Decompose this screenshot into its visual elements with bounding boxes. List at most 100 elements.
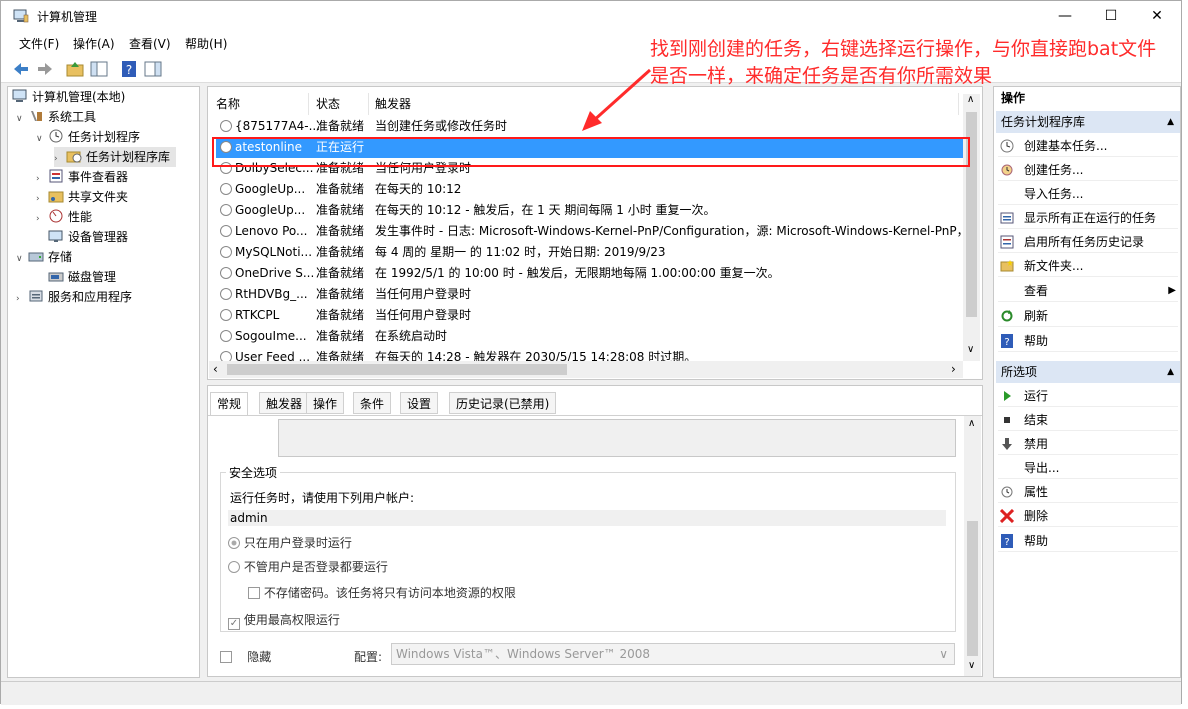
checkbox-hidden[interactable]: 隐藏 — [220, 648, 271, 665]
action-end[interactable]: 结束 — [998, 409, 1178, 431]
action-view[interactable]: 查看 ▶ — [998, 280, 1178, 302]
list-vertical-scrollbar[interactable]: ∧ ∨ — [963, 94, 980, 361]
back-arrow-icon[interactable] — [11, 59, 31, 79]
action-create-task[interactable]: 创建任务... — [998, 159, 1178, 181]
description-box[interactable] — [278, 419, 956, 457]
chevron-right-icon[interactable]: › — [54, 149, 66, 169]
scroll-thumb[interactable] — [227, 364, 567, 375]
scroll-down-icon[interactable]: ∨ — [968, 660, 975, 671]
table-row[interactable]: RTKCPL 准备就绪 当任何用户登录时 — [216, 305, 966, 326]
menu-view[interactable]: 查看(V) — [129, 35, 171, 52]
radio-selected-icon[interactable] — [228, 537, 240, 549]
tree-node-task-library[interactable]: › 任务计划程序库 — [54, 147, 177, 169]
scroll-down-icon[interactable]: ∨ — [967, 344, 974, 355]
show-tree-icon[interactable] — [89, 59, 109, 79]
chevron-right-icon[interactable]: › — [16, 289, 28, 309]
table-row[interactable]: OneDrive S... 准备就绪在 1992/5/1 的 10:00 时 - … — [216, 263, 966, 284]
action-refresh[interactable]: 刷新 — [998, 305, 1178, 327]
action-help[interactable]: ? 帮助 — [998, 330, 1178, 352]
action-new-folder[interactable]: 新文件夹... — [998, 255, 1178, 277]
tree-node-shared-folders[interactable]: › 共享文件夹 — [36, 187, 128, 207]
column-divider[interactable] — [958, 93, 959, 115]
checkbox-no-store-password[interactable]: 不存储密码。该任务将只有访问本地资源的权限 — [248, 584, 516, 601]
action-disable[interactable]: 禁用 — [998, 433, 1178, 455]
radio-run-only-logged-on[interactable]: 只在用户登录时运行 — [228, 534, 352, 551]
tree-node-system-tools[interactable]: ∨ 系统工具 — [16, 107, 96, 127]
radio-icon[interactable] — [228, 561, 240, 573]
tab-general[interactable]: 常规 — [210, 392, 249, 416]
console-tree: 计算机管理(本地) ∨ 系统工具 ∨ 任务计划程序 › 任务计划程序库 › 事件查看器 … — [7, 86, 200, 678]
config-dropdown[interactable]: Windows Vista™、Windows Server™ 2008 ∨ — [391, 643, 955, 665]
tree-node-disk-management[interactable]: 磁盘管理 — [48, 267, 116, 287]
scroll-up-icon[interactable]: ∧ — [968, 418, 975, 429]
chevron-down-icon[interactable]: ∨ — [16, 109, 28, 129]
actions-section-selected[interactable]: 所选项 ▲ — [996, 361, 1180, 383]
close-button[interactable]: ✕ — [1134, 1, 1180, 31]
actions-section-library[interactable]: 任务计划程序库 ▲ — [996, 111, 1180, 133]
action-import-task[interactable]: 导入任务... — [998, 183, 1178, 205]
tree-node-storage[interactable]: ∨ 存储 — [16, 247, 72, 267]
action-help-selected[interactable]: ? 帮助 — [998, 530, 1178, 552]
chevron-down-icon[interactable]: ∨ — [939, 644, 948, 664]
table-row[interactable]: RtHDVBg_... 准备就绪 当任何用户登录时 — [216, 284, 966, 305]
column-divider[interactable] — [308, 93, 309, 115]
maximize-button[interactable]: ☐ — [1088, 1, 1134, 31]
chevron-down-icon[interactable]: ∨ — [36, 129, 48, 149]
checkmark-icon[interactable]: ✓ — [228, 618, 240, 630]
table-row[interactable]: User Feed ... 准备就绪 在每天的 14:28 - 触发器在 2030/… — [216, 347, 966, 361]
action-export[interactable]: 导出... — [998, 457, 1178, 479]
checkbox-icon[interactable] — [248, 587, 260, 599]
column-divider[interactable] — [368, 93, 369, 115]
action-show-running-tasks[interactable]: 显示所有正在运行的任务 — [998, 207, 1178, 229]
column-header-trigger[interactable]: 触发器 — [375, 93, 411, 115]
tab-triggers[interactable]: 触发器 — [259, 392, 310, 414]
up-folder-icon[interactable] — [65, 59, 85, 79]
action-delete[interactable]: 删除 — [998, 505, 1178, 527]
table-row[interactable]: GoogleUp... 准备就绪 在每天的 10:12 - 触发后，在 1 天 期间… — [216, 200, 966, 221]
collapse-up-icon[interactable]: ▲ — [1167, 111, 1174, 133]
chevron-down-icon[interactable]: ∨ — [16, 249, 28, 269]
tab-conditions[interactable]: 条件 — [353, 392, 392, 414]
chevron-right-icon[interactable]: › — [36, 189, 48, 209]
chevron-right-icon[interactable]: › — [36, 169, 48, 189]
checkbox-highest-privileges[interactable]: ✓ 使用最高权限运行 — [228, 611, 340, 630]
device-manager-icon — [48, 229, 64, 243]
radio-run-whether-logged-on[interactable]: 不管用户是否登录都要运行 — [228, 558, 388, 575]
menu-action[interactable]: 操作(A) — [73, 35, 115, 52]
scroll-right-icon[interactable]: › — [951, 362, 956, 376]
list-horizontal-scrollbar[interactable]: ‹ › — [209, 361, 963, 378]
action-run[interactable]: 运行 — [998, 385, 1178, 407]
clock-icon — [220, 288, 232, 300]
detail-vertical-scrollbar[interactable]: ∧ ∨ — [964, 416, 981, 676]
tree-node-event-viewer[interactable]: › 事件查看器 — [36, 167, 128, 187]
table-row[interactable]: GoogleUp... 准备就绪 在每天的 10:12 — [216, 179, 966, 200]
tab-history[interactable]: 历史记录(已禁用) — [449, 392, 557, 414]
tree-node-performance[interactable]: › 性能 — [36, 207, 92, 227]
tree-node-services-apps[interactable]: › 服务和应用程序 — [16, 287, 132, 307]
scroll-thumb[interactable] — [967, 521, 978, 656]
chevron-right-icon[interactable]: › — [36, 209, 48, 229]
scroll-up-icon[interactable]: ∧ — [967, 94, 974, 105]
checkbox-icon[interactable] — [220, 651, 232, 663]
help-icon[interactable]: ? — [119, 59, 139, 79]
collapse-up-icon[interactable]: ▲ — [1167, 361, 1174, 383]
menu-help[interactable]: 帮助(H) — [185, 35, 227, 52]
action-enable-history[interactable]: 启用所有任务历史记录 — [998, 231, 1178, 253]
forward-arrow-icon[interactable] — [35, 59, 55, 79]
tree-node-task-scheduler[interactable]: ∨ 任务计划程序 — [36, 127, 140, 147]
tree-node-device-manager[interactable]: 设备管理器 — [48, 227, 128, 247]
menu-file[interactable]: 文件(F) — [19, 35, 59, 52]
table-row[interactable]: SogouIme... 准备就绪 在系统启动时 — [216, 326, 966, 347]
tab-actions[interactable]: 操作 — [306, 392, 345, 414]
scroll-left-icon[interactable]: ‹ — [213, 362, 218, 376]
show-action-pane-icon[interactable] — [143, 59, 163, 79]
table-row[interactable]: MySQLNoti... 准备就绪每 4 周的 星期一 的 11:02 时，开始日… — [216, 242, 966, 263]
tree-node-root[interactable]: 计算机管理(本地) — [12, 87, 125, 107]
table-row[interactable]: Lenovo Po... 准备就绪 发生事件时 - 日志: Microsoft-Wi… — [216, 221, 969, 242]
tab-settings[interactable]: 设置 — [400, 392, 439, 414]
action-create-basic-task[interactable]: 创建基本任务... — [998, 135, 1178, 157]
minimize-button[interactable]: — — [1042, 1, 1088, 31]
column-header-status[interactable]: 状态 — [316, 93, 340, 115]
column-header-name[interactable]: 名称 — [216, 93, 240, 115]
action-properties[interactable]: 属性 — [998, 481, 1178, 503]
